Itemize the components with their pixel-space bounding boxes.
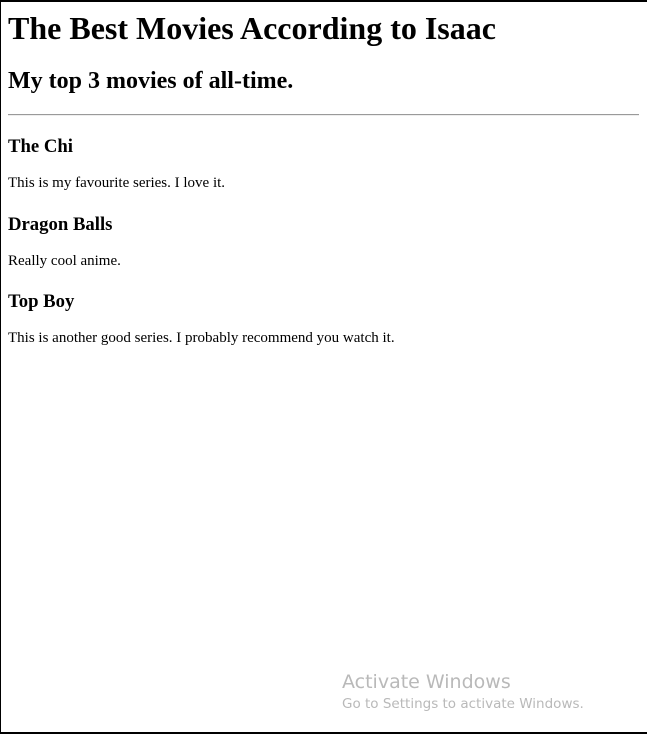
page-subtitle: My top 3 movies of all-time. bbox=[8, 68, 294, 94]
movie-title: The Chi bbox=[8, 136, 73, 157]
movie-description: This is my favourite series. I love it. bbox=[8, 175, 226, 191]
watermark-title: Activate Windows bbox=[342, 671, 511, 693]
movie-description: This is another good series. I probably … bbox=[8, 330, 395, 346]
activate-windows-watermark: Activate Windows Go to Settings to activ… bbox=[342, 670, 584, 714]
movie-title: Top Boy bbox=[8, 291, 75, 312]
movie-description: Really cool anime. bbox=[8, 253, 121, 269]
movie-item: Dragon Balls Really cool anime. bbox=[8, 214, 639, 270]
movie-title: Dragon Balls bbox=[8, 214, 113, 235]
watermark-subtitle: Go to Settings to activate Windows. bbox=[342, 696, 584, 712]
page-title: The Best Movies According to Isaac bbox=[8, 10, 496, 46]
divider bbox=[8, 114, 639, 116]
window-top-border bbox=[0, 0, 647, 2]
movie-item: The Chi This is my favourite series. I l… bbox=[8, 136, 639, 192]
window-left-border bbox=[0, 0, 1, 734]
movie-item: Top Boy This is another good series. I p… bbox=[8, 291, 639, 347]
